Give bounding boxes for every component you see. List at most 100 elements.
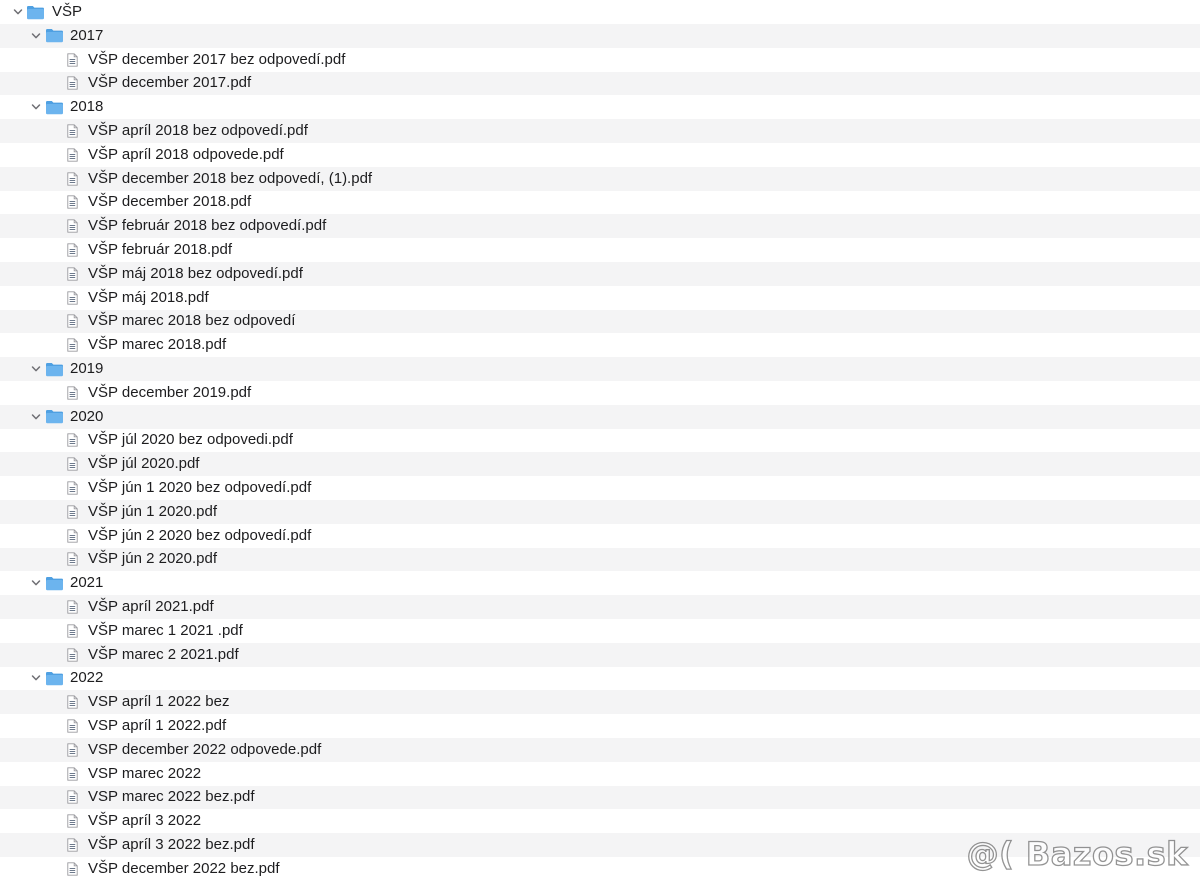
file-row[interactable]: VŠP december 2019.pdf [0, 381, 1200, 405]
file-label: VŠP jún 1 2020 bez odpovedí.pdf [88, 479, 312, 497]
file-row[interactable]: VSP december 2022 odpovede.pdf [0, 738, 1200, 762]
file-label: VŠP marec 2018 bez odpovedí [88, 312, 296, 330]
file-row[interactable]: VSP marec 2022 [0, 762, 1200, 786]
file-label: VŠP jún 2 2020.pdf [88, 550, 217, 568]
folder-row-2021[interactable]: 2021 [0, 571, 1200, 595]
pdf-file-icon [67, 505, 78, 519]
file-label: VŠP jún 1 2020.pdf [88, 502, 217, 520]
file-row[interactable]: VŠP júl 2020.pdf [0, 452, 1200, 477]
file-row[interactable]: VŠP apríl 3 2022 [0, 809, 1200, 833]
file-row[interactable]: VŠP december 2017 bez odpovedí.pdf [0, 48, 1200, 72]
folder-row-2018[interactable]: 2018 [0, 95, 1200, 119]
file-label: VŠP júl 2020.pdf [88, 455, 200, 473]
file-label: VŠP apríl 2018 bez odpovedí.pdf [88, 122, 308, 140]
file-row[interactable]: VŠP marec 2018.pdf [0, 333, 1200, 357]
pdf-file-icon [67, 814, 78, 828]
pdf-file-icon [67, 148, 78, 162]
file-row[interactable]: VŠP apríl 2018 odpovede.pdf [0, 143, 1200, 167]
folder-icon [46, 576, 63, 590]
file-row[interactable]: VŠP apríl 3 2022 bez.pdf [0, 833, 1200, 857]
file-label: VŠP apríl 3 2022 [88, 812, 202, 830]
file-row[interactable]: VŠP marec 2 2021.pdf [0, 642, 1200, 667]
file-row[interactable]: VŠP máj 2018.pdf [0, 286, 1200, 310]
folder-icon [46, 362, 63, 376]
file-label: VŠP marec 2018.pdf [88, 336, 227, 354]
file-row[interactable]: VŠP február 2018.pdf [0, 238, 1200, 262]
file-label: VSP apríl 1 2022.pdf [88, 717, 227, 735]
chevron-down-icon[interactable] [12, 6, 24, 18]
file-row[interactable]: VŠP marec 1 2021 .pdf [0, 619, 1200, 643]
folder-label: 2018 [70, 98, 104, 116]
file-row[interactable]: VŠP jún 2 2020 bez odpovedí.pdf [0, 524, 1200, 548]
pdf-file-icon [67, 219, 78, 233]
pdf-file-icon [67, 243, 78, 257]
file-row[interactable]: VSP apríl 1 2022.pdf [0, 714, 1200, 738]
pdf-file-icon [67, 481, 78, 495]
pdf-file-icon [67, 457, 78, 471]
chevron-down-icon[interactable] [30, 363, 42, 375]
file-row[interactable]: VŠP apríl 2021.pdf [0, 595, 1200, 619]
folder-icon [46, 671, 63, 686]
folder-row-2022[interactable]: 2022 [0, 667, 1200, 691]
pdf-file-icon [67, 862, 78, 876]
folder-row-root[interactable]: VŠP [0, 0, 1200, 24]
pdf-file-icon [67, 767, 78, 781]
file-label: VŠP máj 2018.pdf [88, 288, 209, 306]
file-label: VŠP marec 2 2021.pdf [88, 645, 239, 663]
file-label: VŠP máj 2018 bez odpovedí.pdf [88, 264, 303, 282]
pdf-file-icon [67, 76, 78, 91]
file-label: VSP apríl 1 2022 bez [88, 693, 230, 711]
folder-row-2017[interactable]: 2017 [0, 24, 1200, 48]
file-label: VŠP december 2017 bez odpovedí.pdf [88, 50, 346, 68]
file-row[interactable]: VŠP jún 1 2020.pdf [0, 500, 1200, 524]
folder-row-2019[interactable]: 2019 [0, 357, 1200, 381]
file-row[interactable]: VŠP december 2018.pdf [0, 191, 1200, 215]
folder-icon [46, 100, 63, 114]
pdf-file-icon [67, 291, 78, 305]
file-label: VŠP december 2019.pdf [88, 383, 252, 401]
pdf-file-icon [67, 790, 78, 805]
pdf-file-icon [67, 386, 78, 400]
file-row[interactable]: VSP marec 2022 bez.pdf [0, 785, 1200, 810]
file-label: VSP marec 2022 bez.pdf [88, 788, 255, 806]
file-row[interactable]: VŠP júl 2020 bez odpovedi.pdf [0, 429, 1200, 453]
folder-label: 2022 [70, 669, 104, 687]
file-row[interactable]: VŠP december 2018 bez odpovedí, (1).pdf [0, 166, 1200, 191]
file-label: VŠP jún 2 2020 bez odpovedí.pdf [88, 526, 312, 544]
chevron-down-icon[interactable] [30, 672, 42, 684]
file-label: VŠP február 2018 bez odpovedí.pdf [88, 217, 327, 235]
file-row[interactable]: VŠP máj 2018 bez odpovedí.pdf [0, 262, 1200, 286]
folder-label: 2021 [70, 574, 104, 592]
chevron-down-icon[interactable] [30, 577, 42, 589]
file-row[interactable]: VŠP december 2017.pdf [0, 71, 1200, 96]
file-tree: VŠP 2017 VŠP december 2017 bez odpovedí.pd… [0, 0, 1200, 885]
file-label: VŠP december 2018.pdf [88, 193, 252, 211]
folder-icon [27, 5, 44, 19]
file-label: VŠP február 2018.pdf [88, 241, 232, 259]
file-row[interactable]: VSP apríl 1 2022 bez [0, 690, 1200, 715]
chevron-down-icon[interactable] [30, 101, 42, 113]
file-label: VŠP marec 1 2021 .pdf [88, 621, 243, 639]
file-row[interactable]: VŠP február 2018 bez odpovedí.pdf [0, 214, 1200, 239]
file-row[interactable]: VŠP apríl 2018 bez odpovedí.pdf [0, 119, 1200, 143]
chevron-down-icon[interactable] [30, 411, 42, 423]
folder-icon [46, 410, 63, 424]
folder-icon [46, 29, 63, 43]
chevron-down-icon[interactable] [30, 30, 42, 42]
file-row[interactable]: VŠP jún 1 2020 bez odpovedí.pdf [0, 476, 1200, 500]
folder-label: VŠP [52, 3, 83, 21]
file-label: VŠP december 2017.pdf [88, 74, 252, 92]
pdf-file-icon [67, 600, 78, 614]
pdf-file-icon [67, 172, 78, 186]
pdf-file-icon [67, 552, 78, 567]
file-row[interactable]: VŠP december 2022 bez.pdf [0, 857, 1200, 881]
pdf-file-icon [67, 624, 78, 638]
file-row[interactable]: VŠP marec 2018 bez odpovedí [0, 309, 1200, 334]
file-label: VŠP apríl 3 2022 bez.pdf [88, 836, 255, 854]
pdf-file-icon [67, 195, 78, 210]
file-row[interactable]: VŠP jún 2 2020.pdf [0, 547, 1200, 572]
folder-row-2020[interactable]: 2020 [0, 404, 1200, 429]
pdf-file-icon [67, 267, 78, 281]
pdf-file-icon [67, 124, 78, 138]
file-label: VŠP júl 2020 bez odpovedi.pdf [88, 431, 293, 449]
